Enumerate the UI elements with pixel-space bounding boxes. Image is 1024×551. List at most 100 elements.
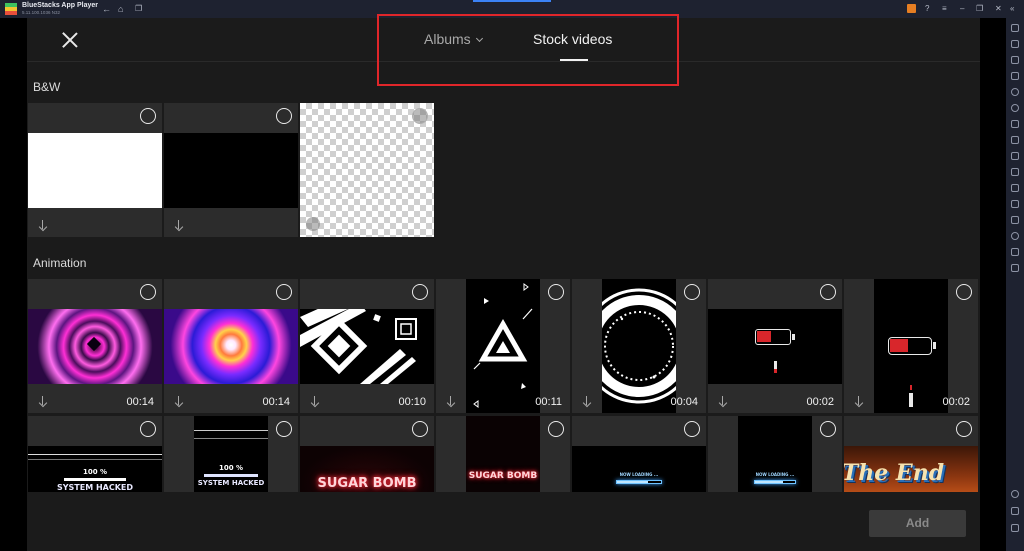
- download-icon: [582, 396, 591, 406]
- screenshot-icon[interactable]: [1011, 168, 1019, 176]
- select-circle-icon[interactable]: [140, 284, 156, 300]
- select-circle-icon[interactable]: [956, 421, 972, 437]
- close-window-icon[interactable]: ✕: [995, 3, 1002, 15]
- select-circle-icon[interactable]: [684, 284, 700, 300]
- minimize-icon[interactable]: –: [960, 3, 964, 15]
- loading-text: NOW LOADING ...: [755, 472, 795, 477]
- close-icon[interactable]: [61, 31, 79, 49]
- loading-bar: [616, 480, 662, 484]
- video-tile-low-battery-vertical[interactable]: 00:02: [844, 279, 978, 413]
- home-icon[interactable]: ⌂: [118, 3, 123, 15]
- folder-icon[interactable]: [1011, 184, 1019, 192]
- script-icon[interactable]: [1011, 264, 1019, 272]
- video-tile-triangle[interactable]: 00:11: [436, 279, 570, 413]
- copy-icon[interactable]: [1011, 200, 1019, 208]
- settings-gear-icon[interactable]: [1011, 490, 1019, 498]
- restore-icon[interactable]: ❐: [976, 3, 983, 15]
- download-icon: [718, 396, 727, 406]
- select-circle-icon[interactable]: [412, 108, 428, 124]
- select-circle-icon[interactable]: [276, 284, 292, 300]
- loading-indicator: [473, 0, 551, 2]
- rotate-icon[interactable]: [1011, 88, 1019, 96]
- heart-icon: [86, 336, 102, 352]
- video-thumbnail: [28, 309, 162, 384]
- download-icon: [38, 396, 47, 406]
- select-circle-icon[interactable]: [140, 421, 156, 437]
- video-tile-neon-heart-pink[interactable]: 00:14: [28, 279, 162, 413]
- menu-icon[interactable]: ≡: [942, 3, 947, 15]
- hacked-text: SYSTEM HACKED: [56, 483, 134, 492]
- hacked-text: SYSTEM HACKED: [197, 479, 265, 487]
- gift-icon[interactable]: [907, 4, 916, 13]
- video-thumbnail: [708, 309, 842, 384]
- video-tile-geometric-diamond[interactable]: 00:10: [300, 279, 434, 413]
- multi-instance-icon[interactable]: [1011, 152, 1019, 160]
- video-tile-low-battery[interactable]: 00:02: [708, 279, 842, 413]
- back-icon[interactable]: ←: [102, 3, 111, 15]
- download-icon: [174, 396, 183, 406]
- select-circle-icon[interactable]: [820, 284, 836, 300]
- select-circle-icon[interactable]: [412, 421, 428, 437]
- picker-header: Albums Stock videos: [27, 18, 980, 62]
- circle-ring-graphic: [602, 288, 676, 404]
- download-icon: [854, 396, 863, 406]
- the-end-text: The End: [844, 460, 945, 486]
- select-circle-icon[interactable]: [956, 284, 972, 300]
- sugar-bomb-text: SUGAR BOMB: [468, 471, 538, 481]
- progress-text: 100 %: [82, 468, 108, 476]
- macro-icon[interactable]: [1011, 136, 1019, 144]
- volume-icon[interactable]: [1011, 40, 1019, 48]
- battery-icon: [888, 337, 932, 355]
- download-icon: [446, 396, 455, 406]
- video-tile-transparent[interactable]: [300, 103, 434, 237]
- video-tile-white[interactable]: [28, 103, 162, 237]
- keyboard-icon[interactable]: [1011, 72, 1019, 80]
- battery-icon: [755, 329, 791, 345]
- tab-stock-videos[interactable]: Stock videos: [533, 31, 612, 47]
- chevron-down-icon: [475, 34, 483, 43]
- tab-albums[interactable]: Albums: [424, 31, 483, 47]
- battery-tip: [792, 334, 795, 340]
- select-circle-icon[interactable]: [684, 421, 700, 437]
- add-button[interactable]: Add: [869, 510, 966, 537]
- select-circle-icon[interactable]: [276, 421, 292, 437]
- video-tile-circle-ring[interactable]: 00:04: [572, 279, 706, 413]
- video-thumbnail: [466, 279, 540, 413]
- sidebar-home-icon[interactable]: [1011, 524, 1019, 532]
- duration-label: 00:10: [398, 396, 426, 408]
- video-thumbnail: [164, 133, 298, 208]
- video-thumbnail: [874, 279, 948, 413]
- sync-icon[interactable]: [1011, 104, 1019, 112]
- select-circle-icon[interactable]: [140, 108, 156, 124]
- download-icon: [174, 220, 183, 230]
- video-thumbnail: [602, 279, 676, 413]
- duration-label: 00:14: [262, 396, 290, 408]
- expand-icon[interactable]: «: [1010, 3, 1014, 15]
- apk-install-icon[interactable]: [1011, 120, 1019, 128]
- select-circle-icon[interactable]: [820, 421, 836, 437]
- picker-footer: Add: [27, 492, 980, 551]
- help-icon[interactable]: ?: [925, 3, 929, 15]
- android-screen: Albums Stock videos B&W Animation 00:14 …: [0, 14, 1006, 551]
- download-icon: [310, 396, 319, 406]
- select-circle-icon[interactable]: [412, 284, 428, 300]
- emulator-sidebar: [1006, 18, 1024, 551]
- fullscreen-icon[interactable]: [1011, 24, 1019, 32]
- progress-text: 100 %: [218, 464, 244, 472]
- window-subtitle: 5.11.100.1036 N32: [22, 10, 60, 15]
- media-icon[interactable]: [1011, 56, 1019, 64]
- location-icon[interactable]: [1011, 232, 1019, 240]
- video-tile-black[interactable]: [164, 103, 298, 237]
- tab-stock-videos-label: Stock videos: [533, 31, 613, 47]
- cable-icon: [909, 393, 913, 407]
- recent-apps-icon[interactable]: ❐: [135, 3, 142, 15]
- select-circle-icon[interactable]: [276, 108, 292, 124]
- triangle-graphic: [473, 283, 533, 408]
- sidebar-back-icon[interactable]: [1011, 507, 1019, 515]
- select-circle-icon[interactable]: [548, 421, 564, 437]
- eco-mode-icon[interactable]: [1011, 216, 1019, 224]
- layers-icon[interactable]: [1011, 248, 1019, 256]
- video-tile-neon-heart-rainbow[interactable]: 00:14: [164, 279, 298, 413]
- select-circle-icon[interactable]: [548, 284, 564, 300]
- video-thumbnail: [28, 133, 162, 208]
